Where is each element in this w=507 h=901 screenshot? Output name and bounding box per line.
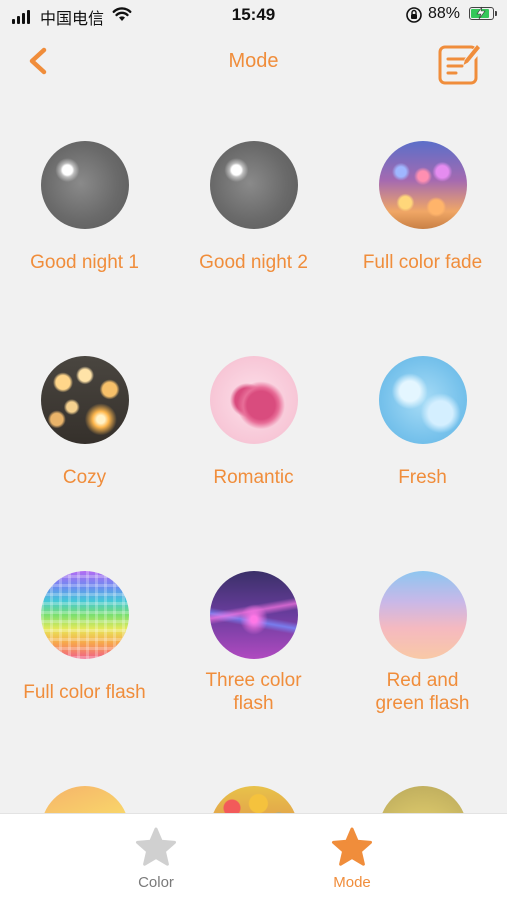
tab-label: Color [138, 874, 174, 891]
tab-bar: Color Mode [0, 813, 507, 901]
star-icon [332, 827, 372, 866]
star-icon [136, 827, 176, 866]
status-bar: 中国电信 15:49 88% [0, 0, 507, 32]
orientation-lock-icon [406, 7, 422, 23]
tab-mode[interactable]: Mode [292, 814, 412, 901]
mode-label: Romantic [213, 467, 294, 488]
mode-grid: Good night 1 Good night 2 Full color fade C… [0, 120, 507, 813]
mode-thumbnail [40, 571, 129, 659]
mode-thumbnail [209, 141, 298, 229]
mode-item[interactable]: Full color fade [338, 141, 507, 274]
mode-item[interactable] [338, 786, 507, 813]
mode-item[interactable]: Three color flash [169, 571, 338, 715]
mode-label: Cozy [62, 467, 107, 488]
mode-thumbnail [378, 571, 467, 659]
tab-label: Mode [333, 874, 371, 891]
battery-cap [495, 11, 497, 16]
mode-item[interactable]: Fresh [338, 356, 507, 489]
mode-thumbnail [40, 141, 129, 229]
mode-thumbnail [209, 786, 298, 813]
mode-thumbnail [209, 356, 298, 444]
mode-thumbnail [378, 356, 467, 444]
mode-thumbnail [40, 356, 129, 444]
mode-label: Fresh [398, 467, 447, 488]
edit-note-icon[interactable] [436, 42, 482, 88]
page-title: Mode [228, 50, 279, 72]
mode-item[interactable]: Cozy [0, 356, 169, 489]
mode-label: Good night 1 [30, 252, 139, 273]
mode-item[interactable] [0, 786, 169, 813]
mode-label: Red and green flash [375, 670, 470, 714]
mode-item[interactable] [169, 786, 338, 813]
tab-color[interactable]: Color [96, 814, 216, 901]
mode-thumbnail [40, 786, 129, 813]
mode-thumbnail [378, 786, 467, 813]
battery-charging-icon [469, 6, 494, 20]
mode-thumbnail [378, 141, 467, 229]
mode-item[interactable]: Romantic [169, 356, 338, 489]
mode-item[interactable]: Full color flash [0, 571, 169, 704]
mode-thumbnail [209, 571, 298, 659]
mode-label: Full color fade [362, 252, 483, 273]
battery-percent: 88% [428, 5, 461, 22]
mode-item[interactable]: Good night 1 [0, 141, 169, 274]
mode-label: Full color flash [23, 682, 146, 703]
mode-label: Good night 2 [199, 252, 308, 273]
mode-item[interactable]: Good night 2 [169, 141, 338, 274]
mode-label: Three color flash [205, 670, 302, 714]
mode-item[interactable]: Red and green flash [338, 571, 507, 715]
